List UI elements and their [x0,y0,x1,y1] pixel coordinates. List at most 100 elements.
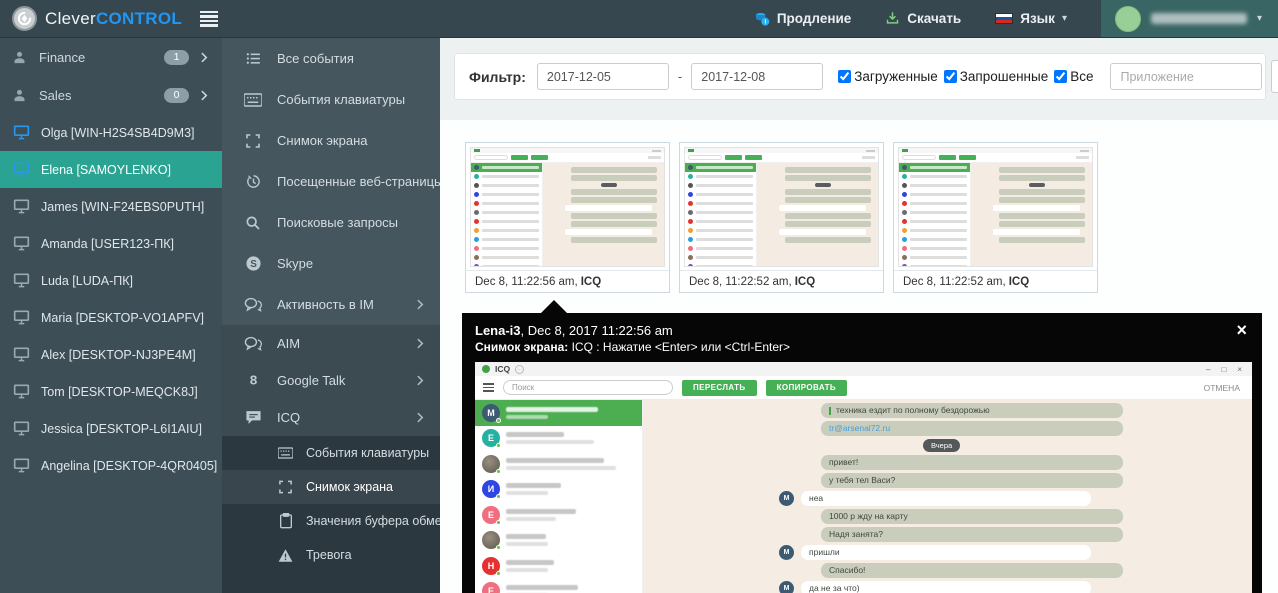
menu-item-icq-sub[interactable]: Значения буфера обмена [222,504,440,538]
menu-item[interactable]: Все события [222,38,440,79]
contact-name-blurred [506,483,635,496]
filter-checkbox[interactable] [943,70,957,83]
computers-sidebar: Finance 1 Sales 0 Olga [WIN-H2S4SB4D9M3]… [0,38,222,593]
computer-label: Angelina [DESKTOP-4QR0405] [41,458,218,473]
sidebar-item-computer[interactable]: Tom [DESKTOP-MEQCK8J] [0,373,222,410]
close-icon[interactable]: × [1236,321,1247,339]
download-icon [887,12,899,24]
computer-list: Olga [WIN-H2S4SB4D9M3] Elena [SAMOYLENKO… [0,114,222,484]
message-text: пришли [809,547,840,557]
filter-label: Фильтр: [469,68,526,85]
im-chat-icon [244,335,262,353]
message-text: Спасибо! [829,565,866,575]
renewal-button[interactable]: i Продление [754,11,851,27]
sidebar-item-computer[interactable]: Alex [DESKTOP-NJ3PE4M] [0,336,222,373]
menu-item-label: События клавиатуры [277,92,406,107]
icq-contact [475,451,642,477]
menu-item[interactable]: Активность в IM [222,284,440,325]
icq-app-icon [482,365,490,373]
copy-button: КОПИРОВАТЬ [765,379,848,396]
menu-item-label: Skype [277,256,314,271]
filter-checkboxes: Загруженные Запрошенные Все [832,69,1093,84]
menu-item[interactable]: S Skype [222,243,440,284]
sidebar-item-computer[interactable]: Angelina [DESKTOP-4QR0405] [0,447,222,484]
screenshot-thumbnail[interactable]: Dec 8, 11:22:52 am, ICQ [893,142,1098,293]
monitor-icon [13,236,30,251]
download-button[interactable]: Скачать [885,11,961,26]
icq-window-title: ICQ [495,364,511,374]
gtalk-icon: 8 [244,372,262,390]
menu-item[interactable]: Поисковые запросы [222,202,440,243]
chat-message: Вчера [643,439,1252,452]
monitor-icon [13,162,30,177]
message-text: Вчера [931,441,953,450]
menu-item-label: Активность в IM [277,297,374,312]
filter-checkbox[interactable] [838,70,852,83]
computer-label: Jessica [DESKTOP-L6I1AIU] [41,421,202,436]
chevron-right-icon [201,52,208,62]
menu-item-im[interactable]: 8 Google Talk [222,362,440,399]
contact-name-blurred [506,585,635,593]
screenshot-thumbnail[interactable]: Dec 8, 11:22:52 am, ICQ [679,142,884,293]
sidebar-item-computer[interactable]: Maria [DESKTOP-VO1APFV] [0,299,222,336]
thumbnail-caption: Dec 8, 11:22:52 am, ICQ [903,275,1030,288]
date-from-input[interactable] [536,63,669,90]
language-dropdown[interactable]: Язык ▾ [995,11,1067,26]
icq-icon [244,409,262,427]
viewer-title: Lena-i3, Dec 8, 2017 11:22:56 am [475,323,673,338]
menu-item[interactable]: Посещенные веб-страницы [222,161,440,202]
forward-button: ПЕРЕСЛАТЬ [682,379,757,396]
menu-item-icq-sub[interactable]: Снимок экрана [222,470,440,504]
sidebar-item-computer[interactable]: Luda [LUDA-ПК] [0,262,222,299]
computer-label: Olga [WIN-H2S4SB4D9M3] [41,125,195,140]
sidebar-item-computer[interactable]: Jessica [DESKTOP-L6I1AIU] [0,410,222,447]
sidebar-item-computer[interactable]: James [WIN-F24EBS0PUTH] [0,188,222,225]
menu-item-label: Посещенные веб-страницы [277,174,440,189]
menu-top-section: Все события События клавиатуры Снимок эк… [222,38,440,325]
menu-item-label: Google Talk [277,373,346,388]
sidebar-group[interactable]: Finance 1 [0,38,222,76]
sidebar-group[interactable]: Sales 0 [0,76,222,114]
quote-bar [829,406,831,415]
contact-name-blurred [506,508,635,521]
svg-text:S: S [250,259,257,270]
menu-item-icq-sub[interactable]: Тревога [222,538,440,572]
message-text: tr@arsenal72.ru [829,423,891,433]
contact-name-blurred [506,406,635,419]
screenshot-thumbnail[interactable]: Dec 8, 11:22:56 am, ICQ [465,142,670,293]
menu-item-im[interactable]: ICQ [222,399,440,436]
menu-item[interactable]: События клавиатуры [222,79,440,120]
menu-item-label: Тревога [306,548,352,562]
date-separator: - [677,69,683,84]
menu-item-icq-sub[interactable]: События клавиатуры [222,436,440,470]
header-actions: i Продление Скачать Язык ▾ ▾ [754,0,1278,37]
chevron-right-icon [417,375,424,386]
menu-item-label: ICQ [277,410,301,425]
sidebar-item-computer[interactable]: Olga [WIN-H2S4SB4D9M3] [0,114,222,151]
filter-checkbox[interactable] [1054,70,1068,83]
menu-item-im[interactable]: AIM [222,325,440,362]
apply-button[interactable]: Apply [1271,60,1278,93]
icq-contact: Н [475,553,642,579]
chat-message: привет! [643,455,1252,470]
menu-item[interactable]: Снимок экрана [222,120,440,161]
chevron-right-icon [417,299,424,310]
chat-message: техника ездит по полному бездорожью [643,403,1252,418]
chevron-down-icon: ▾ [1256,13,1262,24]
thumbnail-image [894,143,1097,271]
sidebar-item-computer[interactable]: Elena [SAMOYLENKO] [0,151,222,188]
chevron-down-icon: ▾ [1061,13,1067,24]
sidebar-item-computer[interactable]: Amanda [USER123-ПК] [0,225,222,262]
computer-label: Alex [DESKTOP-NJ3PE4M] [41,347,196,362]
message-avatar: M [779,581,794,593]
application-filter-input[interactable] [1110,63,1263,90]
menu-toggle-icon[interactable] [200,10,219,27]
screenshot-icon [244,132,262,150]
monitor-icon [13,347,30,362]
monitor-icon [13,384,30,399]
thumbnail-image [466,143,669,271]
menu-item-label: Поисковые запросы [277,215,399,230]
date-to-input[interactable] [691,63,824,90]
user-account-menu[interactable]: ▾ [1100,0,1278,37]
contact-avatar [482,454,501,474]
